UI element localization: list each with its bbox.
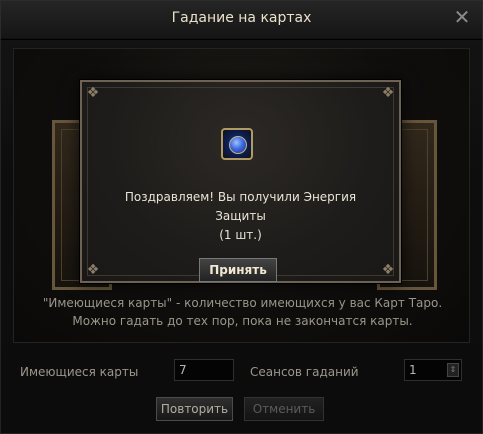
reward-dialog: ❖ ❖ ❖ ❖ Поздравляем! Вы получили Энергия… — [80, 80, 401, 283]
blue-gem-icon — [221, 128, 253, 160]
gem-icon — [229, 136, 247, 154]
ornament-icon: ❖ — [86, 262, 100, 278]
ornament-icon: ❖ — [86, 85, 100, 101]
reward-message-line2: (1 шт.) — [219, 228, 262, 242]
ornament-icon: ❖ — [381, 85, 395, 101]
accept-button[interactable]: Принять — [199, 258, 277, 282]
reward-message-line1: Поздравляем! Вы получили Энергия Защиты — [124, 190, 357, 223]
reward-message: Поздравляем! Вы получили Энергия Защиты … — [102, 188, 379, 245]
title-bar[interactable]: Гадание на картах ✕ — [1, 1, 482, 40]
ornament-icon: ❖ — [381, 262, 395, 278]
close-icon[interactable]: ✕ — [452, 7, 472, 27]
window-title: Гадание на картах — [171, 10, 312, 26]
